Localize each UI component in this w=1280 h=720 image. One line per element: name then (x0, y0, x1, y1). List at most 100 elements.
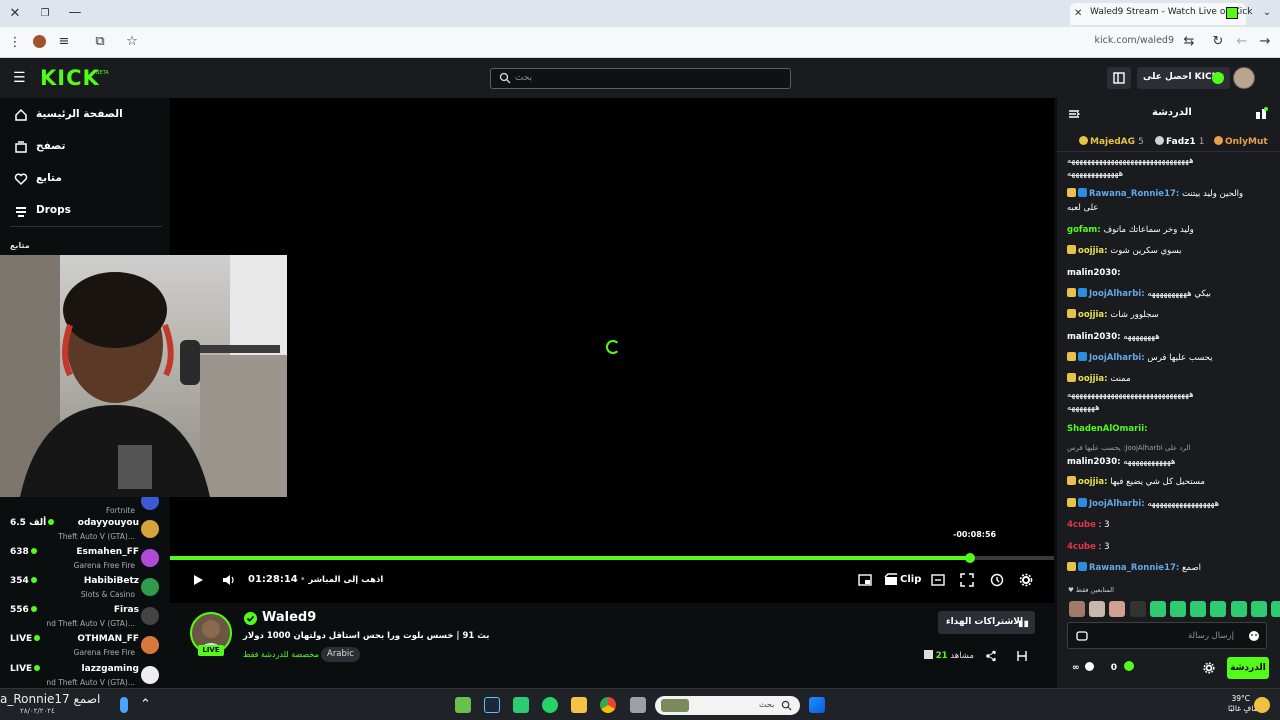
browser-tab[interactable]: ✕ Waled9 Stream - Watch Live on Kick (1070, 3, 1252, 25)
restore-window-icon[interactable]: ❐ (38, 6, 52, 22)
menu-dots-icon[interactable]: ⋮ (8, 35, 22, 51)
more-options-icon[interactable] (1016, 650, 1028, 662)
chat-message[interactable]: oojjia: سجلوور شات (1067, 309, 1272, 322)
steam-icon[interactable] (484, 697, 500, 713)
chat-send-button[interactable]: الدردشة (1227, 657, 1269, 679)
emote-item[interactable] (1170, 601, 1186, 617)
chat-message[interactable]: Rawana_Ronnie17: والحين وليد بيتنت (1067, 188, 1272, 201)
weather-widget[interactable]: 39°C صافٍ غالبًا (1228, 694, 1260, 714)
profile-icon[interactable] (33, 35, 46, 48)
user-avatar[interactable] (1233, 67, 1255, 89)
emoji-icon[interactable] (1248, 630, 1260, 642)
chat-username[interactable]: 4cube (1067, 520, 1096, 530)
chat-message[interactable]: malin2030: ههههههههههههه (1067, 456, 1272, 469)
gifter-item[interactable]: OnlyMut (1214, 136, 1268, 147)
whatsapp-icon[interactable] (542, 697, 558, 713)
rewind-icon[interactable] (990, 573, 1004, 587)
emote-item[interactable] (1190, 601, 1207, 617)
pip-icon[interactable] (931, 573, 945, 587)
clip-button[interactable]: Clip (900, 574, 921, 590)
chat-message[interactable]: JoojAlharbi: بيكي ههههههههههه (1067, 288, 1272, 301)
gifter-item[interactable]: MajedAG 5 (1079, 136, 1144, 147)
bookmark-star-icon[interactable]: ☆ (125, 34, 139, 50)
emote-item[interactable] (1149, 601, 1166, 617)
channel-item[interactable]: 556 Firas nd Theft Auto V (GTA)... (10, 605, 165, 633)
chat-message[interactable]: 4cube : 3 (1067, 519, 1272, 532)
kick-logo[interactable]: KICK (40, 66, 100, 90)
chat-message[interactable]: على لعبه (1067, 202, 1272, 215)
url-text[interactable]: kick.com/waled9 (1094, 35, 1174, 46)
chat-message[interactable]: oojjia: مستحيل كل شي يضيع فيها (1067, 476, 1272, 489)
volume-icon[interactable] (221, 573, 235, 587)
channel-item[interactable]: 6.5 ألف odayyouyou Theft Auto V (GTA)... (10, 518, 165, 546)
task-view-icon[interactable] (630, 697, 646, 713)
emote-item[interactable] (1210, 601, 1227, 617)
reload-icon[interactable]: ↻ (1211, 34, 1225, 50)
chat-username[interactable]: malin2030: (1067, 268, 1121, 278)
chat-username[interactable]: ShadenAlOmarii: (1067, 424, 1148, 434)
settings-gear-icon[interactable] (1019, 573, 1033, 587)
emote-item[interactable] (1069, 601, 1085, 617)
channel-item[interactable]: LIVE OTHMAN_FF Garena Free Fire (10, 634, 165, 662)
chat-username[interactable]: malin2030: (1067, 457, 1121, 467)
chat-message[interactable]: malin2030: (1067, 267, 1272, 280)
windows-start-icon[interactable] (809, 697, 825, 713)
chat-message[interactable]: يحسب عليها فرس :JoojAlharbi الرد على (1067, 442, 1272, 455)
back-icon[interactable]: → (1258, 34, 1272, 50)
emote-item[interactable] (1089, 601, 1106, 617)
language-tag[interactable]: Arabic (321, 647, 360, 662)
chat-username[interactable]: JoojAlharbi: (1089, 499, 1145, 509)
play-icon[interactable] (191, 573, 205, 587)
chat-username[interactable]: 4cube (1067, 542, 1096, 552)
share-icon[interactable]: ⧉ (93, 34, 107, 50)
chat-settings-icon[interactable] (1203, 662, 1215, 674)
fullscreen-icon[interactable] (960, 573, 974, 587)
clip-icon[interactable] (884, 573, 898, 587)
chat-username[interactable]: oojjia: (1078, 310, 1108, 320)
kicks-balance[interactable]: ∞ 0 (1072, 661, 1135, 673)
minimize-window-icon[interactable]: — (68, 5, 82, 21)
chat-username[interactable]: oojjia: (1078, 246, 1108, 256)
chat-username[interactable]: oojjia: (1078, 477, 1108, 487)
emote-item[interactable] (1129, 601, 1146, 617)
chat-message[interactable]: malin2030: ههههههههه (1067, 331, 1272, 344)
channel-item[interactable]: 638 Esmahen_FF Garena Free Fire (10, 547, 165, 575)
chat-username[interactable]: JoojAlharbi: (1089, 289, 1145, 299)
chat-message[interactable]: Rawana_Ronnie17: اصمع (1067, 562, 1272, 575)
chat-message[interactable]: ShadenAlOmarii: (1067, 423, 1272, 436)
microphone-icon[interactable] (120, 697, 128, 713)
chat-message-input[interactable]: إرسال رسالة (1067, 622, 1267, 649)
chat-message[interactable]: oojjia: ممنت (1067, 373, 1272, 386)
chat-message[interactable]: هههههههههههههههههههههههههههههههه (1067, 389, 1272, 402)
tab-close-icon[interactable]: ✕ (1074, 6, 1082, 22)
chat-username[interactable]: malin2030: (1067, 332, 1121, 342)
hamburger-menu-icon[interactable]: ☰ (13, 70, 26, 86)
seek-bar[interactable] (170, 556, 1054, 560)
chat-message[interactable]: oojjia: بسوي سكرين شوت (1067, 245, 1272, 258)
chat-username[interactable]: gofam: (1067, 225, 1101, 235)
theater-mode-icon[interactable] (858, 573, 872, 587)
channel-item[interactable]: 354 HabibiBetz Slots & Casino (10, 576, 165, 604)
search-input[interactable]: بحث (490, 68, 791, 89)
seek-bar-thumb[interactable] (965, 553, 975, 563)
chat-message[interactable]: JoojAlharbi: يحسب عليها فرس (1067, 352, 1272, 365)
gift-subs-button[interactable]: الاشتراكات الهداء (938, 611, 1035, 634)
go-live-button[interactable]: • اذهب إلى المباشر (300, 575, 383, 591)
xbox-icon[interactable] (513, 697, 529, 713)
emote-item[interactable] (1271, 601, 1280, 617)
chat-username[interactable]: Rawana_Ronnie17: (1089, 563, 1179, 573)
forward-icon[interactable]: ← (1235, 34, 1249, 50)
file-explorer-icon[interactable] (571, 697, 587, 713)
extension-icon[interactable]: ≡ (57, 34, 71, 50)
chat-message[interactable]: هههههههه (1067, 402, 1272, 415)
tray-expand-icon[interactable]: ⌃ (140, 697, 151, 713)
app-icon-maps[interactable] (455, 697, 471, 713)
chat-message[interactable]: gofam: وليد وخر سماعاتك ماتوف (1067, 224, 1272, 237)
chat-emote-icon[interactable] (1076, 630, 1088, 642)
dashboard-button[interactable] (1107, 67, 1131, 89)
chat-message[interactable]: 4cube : 3 (1067, 541, 1272, 554)
chat-username[interactable]: JoojAlharbi: (1089, 353, 1145, 363)
share-stream-icon[interactable] (985, 650, 997, 662)
site-settings-icon[interactable]: ⇆ (1182, 34, 1196, 50)
chat-message[interactable]: JoojAlharbi: هههههههههههههههههه (1067, 498, 1272, 511)
